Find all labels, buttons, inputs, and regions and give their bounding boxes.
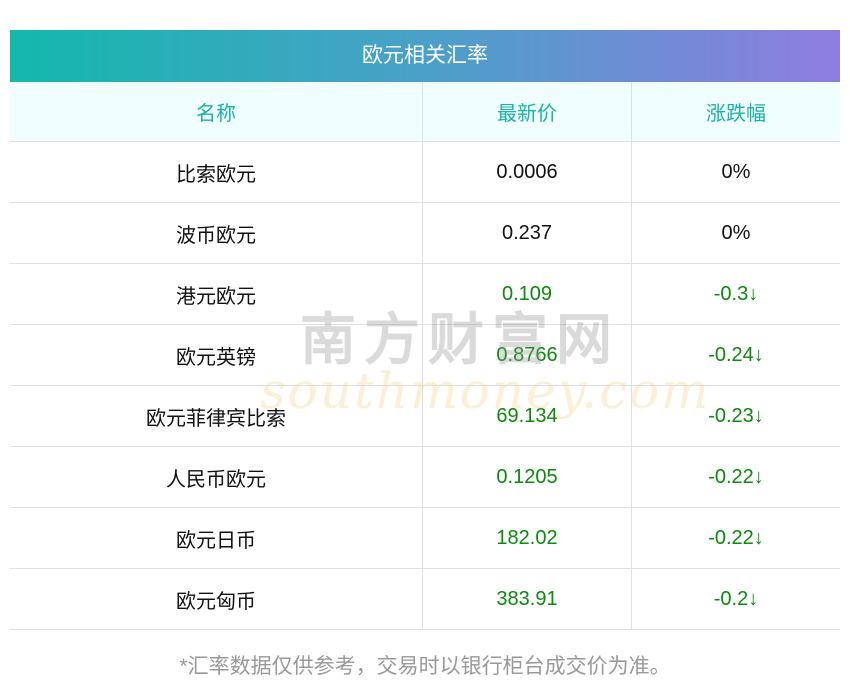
- change-percent: -0.3↓: [631, 263, 840, 325]
- latest-price: 0.8766: [422, 324, 632, 386]
- latest-price: 0.237: [422, 202, 632, 264]
- change-percent: -0.22↓: [631, 446, 840, 508]
- currency-name: 欧元菲律宾比索: [10, 385, 423, 447]
- table-title: 欧元相关汇率: [10, 30, 840, 82]
- table-header-row: 名称 最新价 涨跌幅: [10, 82, 840, 142]
- latest-price: 182.02: [422, 507, 632, 569]
- latest-price: 0.1205: [422, 446, 632, 508]
- currency-name: 波币欧元: [10, 202, 423, 264]
- table-row: 欧元英镑 0.8766 -0.24↓: [10, 324, 840, 386]
- table-row: 波币欧元 0.237 0%: [10, 202, 840, 264]
- table-row: 欧元菲律宾比索 69.134 -0.23↓: [10, 385, 840, 447]
- currency-name: 欧元日币: [10, 507, 423, 569]
- currency-name: 欧元匈币: [10, 568, 423, 630]
- latest-price: 0.109: [422, 263, 632, 325]
- change-percent: 0%: [631, 141, 840, 203]
- table-row: 欧元匈币 383.91 -0.2↓: [10, 568, 840, 630]
- change-percent: -0.24↓: [631, 324, 840, 386]
- currency-name: 人民币欧元: [10, 446, 423, 508]
- latest-price: 0.0006: [422, 141, 632, 203]
- column-header-price: 最新价: [422, 82, 632, 142]
- table-row: 港元欧元 0.109 -0.3↓: [10, 263, 840, 325]
- table-row: 人民币欧元 0.1205 -0.22↓: [10, 446, 840, 508]
- footnote: *汇率数据仅供参考，交易时以银行柜台成交价为准。: [179, 655, 671, 678]
- currency-name: 比索欧元: [10, 141, 423, 203]
- column-header-name: 名称: [10, 82, 423, 142]
- change-percent: -0.23↓: [631, 385, 840, 447]
- change-percent: 0%: [631, 202, 840, 264]
- table-row: 比索欧元 0.0006 0%: [10, 141, 840, 203]
- latest-price: 69.134: [422, 385, 632, 447]
- latest-price: 383.91: [422, 568, 632, 630]
- change-percent: -0.22↓: [631, 507, 840, 569]
- currency-name: 港元欧元: [10, 263, 423, 325]
- column-header-change: 涨跌幅: [631, 82, 840, 142]
- currency-name: 欧元英镑: [10, 324, 423, 386]
- table-row: 欧元日币 182.02 -0.22↓: [10, 507, 840, 569]
- change-percent: -0.2↓: [631, 568, 840, 630]
- exchange-rate-table: 名称 最新价 涨跌幅 比索欧元 0.0006 0% 波币欧元 0.237 0% 港元欧元 0.…: [10, 82, 840, 630]
